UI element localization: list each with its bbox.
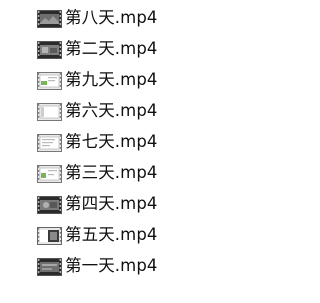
dark-video-thumbnail-icon xyxy=(37,41,62,59)
file-item-day7[interactable]: 第七天.mp4 xyxy=(0,128,255,158)
file-item-day6[interactable]: 第六天.mp4 xyxy=(0,97,255,127)
file-item-day4[interactable]: 第四天.mp4 xyxy=(0,190,255,220)
file-item-day5[interactable]: 第五天.mp4 xyxy=(0,221,255,251)
light-video-thumbnail-icon xyxy=(37,103,62,121)
file-name: 第三天.mp4 xyxy=(65,163,158,182)
file-name: 第二天.mp4 xyxy=(65,39,158,58)
light-video-thumbnail-icon xyxy=(37,165,62,183)
dark-video-thumbnail-icon xyxy=(37,258,62,276)
file-name: 第五天.mp4 xyxy=(65,225,158,244)
file-name: 第四天.mp4 xyxy=(65,194,158,213)
file-item-day3[interactable]: 第三天.mp4 xyxy=(0,159,255,189)
light-video-thumbnail-icon xyxy=(37,72,62,90)
file-item-day2[interactable]: 第二天.mp4 xyxy=(0,35,255,65)
file-name: 第六天.mp4 xyxy=(65,101,158,120)
file-item-day8[interactable]: 第八天.mp4 xyxy=(0,4,255,34)
mixed-video-thumbnail-icon xyxy=(37,227,62,245)
file-name: 第八天.mp4 xyxy=(65,8,158,27)
file-item-day1[interactable]: 第一天.mp4 xyxy=(0,252,255,282)
file-name: 第七天.mp4 xyxy=(65,132,158,151)
file-name: 第一天.mp4 xyxy=(65,256,158,275)
file-name: 第九天.mp4 xyxy=(65,70,158,89)
file-item-day9[interactable]: 第九天.mp4 xyxy=(0,66,255,96)
light-video-thumbnail-icon xyxy=(37,134,62,152)
file-list: 第八天.mp4 第二天.mp4 第九天.mp4 第六天.mp4 第七天.mp4 … xyxy=(0,0,255,303)
dark-video-thumbnail-icon xyxy=(37,196,62,214)
dark-video-thumbnail-icon xyxy=(37,10,62,28)
